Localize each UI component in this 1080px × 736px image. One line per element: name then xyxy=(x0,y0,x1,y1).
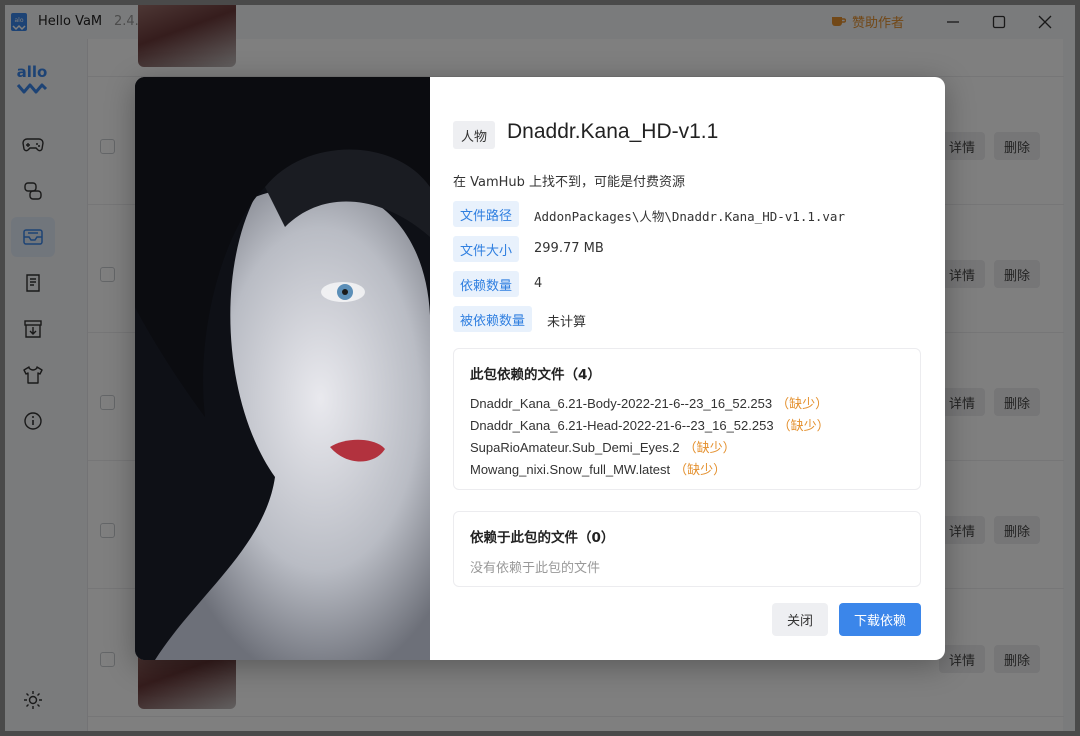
package-type-tag: 人物 xyxy=(453,121,496,149)
dependency-item[interactable]: SupaRioAmateur.Sub_Demi_Eyes.2 （缺少） xyxy=(470,437,736,456)
file-path-label: 文件路径 xyxy=(453,201,520,227)
file-path-value: AddonPackages\人物\Dnaddr.Kana_HD-v1.1.var xyxy=(534,209,845,224)
vamhub-status-note: 在 VamHub 上找不到，可能是付费资源 xyxy=(453,175,686,190)
missing-badge: （缺少） xyxy=(776,396,829,411)
missing-badge: （缺少） xyxy=(777,418,830,433)
missing-badge: （缺少） xyxy=(683,440,736,455)
dependency-item[interactable]: Mowang_nixi.Snow_full_MW.latest （缺少） xyxy=(470,459,726,478)
package-detail-dialog: 人物 Dnaddr.Kana_HD-v1.1 在 VamHub 上找不到，可能是… xyxy=(135,77,945,660)
missing-badge: （缺少） xyxy=(674,462,727,477)
dependent-count-label: 被依赖数量 xyxy=(453,306,533,332)
package-detail-panel: 人物 Dnaddr.Kana_HD-v1.1 在 VamHub 上找不到，可能是… xyxy=(430,77,945,660)
character-portrait xyxy=(135,77,430,660)
app-window: alo Hello VaM 2.4.1 赞助作者 allo xyxy=(5,5,1075,731)
dependency-count-value: 4 xyxy=(534,276,543,291)
file-size-label: 文件大小 xyxy=(453,236,520,262)
dependents-empty-text: 没有依赖于此包的文件 xyxy=(470,561,601,576)
dependency-count-label: 依赖数量 xyxy=(453,271,520,297)
dependency-item[interactable]: Dnaddr_Kana_6.21-Head-2022-21-6--23_16_5… xyxy=(470,415,830,434)
dependency-item[interactable]: Dnaddr_Kana_6.21-Body-2022-21-6--23_16_5… xyxy=(470,393,828,412)
dependents-card: 依赖于此包的文件（0） 没有依赖于此包的文件 xyxy=(453,511,921,587)
package-title: Dnaddr.Kana_HD-v1.1 xyxy=(507,120,719,143)
download-dependencies-button[interactable]: 下载依赖 xyxy=(839,603,921,636)
file-size-value: 299.77 MB xyxy=(534,241,604,256)
close-button[interactable]: 关闭 xyxy=(772,603,828,636)
package-preview-image xyxy=(135,77,430,660)
dependencies-title: 此包依赖的文件（4） xyxy=(470,367,601,383)
dependents-title: 依赖于此包的文件（0） xyxy=(470,530,615,546)
dependencies-card: 此包依赖的文件（4） Dnaddr_Kana_6.21-Body-2022-21… xyxy=(453,348,921,490)
dependent-count-value: 未计算 xyxy=(547,315,587,330)
